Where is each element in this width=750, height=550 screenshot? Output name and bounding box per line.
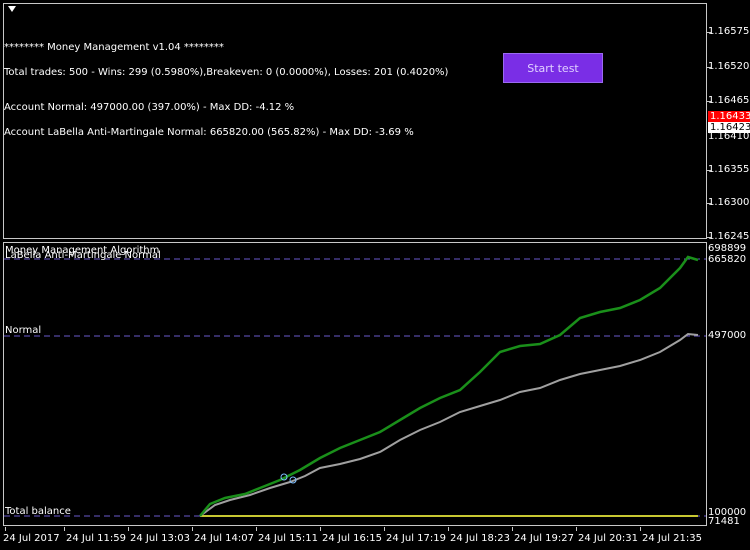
time-label: 24 Jul 14:07	[194, 533, 254, 544]
time-label: 24 Jul 15:11	[258, 533, 318, 544]
total-balance-label: Total balance	[5, 506, 71, 517]
time-tick	[512, 527, 513, 531]
normal-equity-curve	[199, 332, 699, 517]
time-tick	[128, 527, 129, 531]
time-label: 24 Jul 13:03	[130, 533, 190, 544]
time-tick	[5, 527, 6, 531]
time-label: 24 Jul 19:27	[514, 533, 574, 544]
indicator-axis-normal: 497000	[708, 330, 747, 341]
time-tick	[576, 527, 577, 531]
normal-label: Normal	[5, 325, 42, 336]
time-tick	[64, 527, 65, 531]
time-tick	[640, 527, 641, 531]
time-label: 24 Jul 20:31	[578, 533, 638, 544]
time-tick	[448, 527, 449, 531]
indicator-axis-labella: 665820	[708, 254, 747, 265]
labella-equity-curve	[199, 255, 699, 517]
equity-curves	[4, 255, 706, 517]
labella-label: LaBella Anti-Martingale Normal	[5, 250, 161, 261]
time-tick	[320, 527, 321, 531]
time-label: 24 Jul 16:15	[322, 533, 382, 544]
time-tick	[192, 527, 193, 531]
time-label: 24 Jul 17:19	[386, 533, 446, 544]
time-label: 24 Jul 11:59	[66, 533, 126, 544]
indicator-axis-top: 698899	[708, 243, 747, 254]
time-label: 24 Jul 18:23	[450, 533, 510, 544]
indicator-axis-bottom: 71481	[708, 516, 740, 527]
time-tick	[256, 527, 257, 531]
time-label: 24 Jul 21:35	[642, 533, 702, 544]
time-tick	[384, 527, 385, 531]
time-label: 24 Jul 2017	[3, 533, 60, 544]
